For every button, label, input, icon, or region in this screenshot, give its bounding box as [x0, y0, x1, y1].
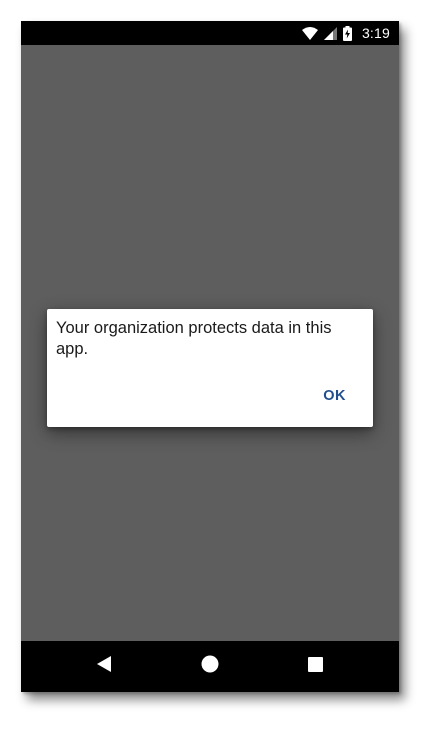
home-button[interactable]	[180, 641, 240, 692]
status-icons: 3:19	[301, 21, 390, 45]
back-button[interactable]	[74, 641, 134, 692]
app-content-scrim: Your organization protects data in this …	[21, 45, 399, 641]
device-screen: 3:19 Your organization protects data in …	[21, 21, 399, 692]
back-icon	[96, 655, 112, 678]
status-bar: 3:19	[21, 21, 399, 45]
status-clock: 3:19	[361, 25, 390, 41]
signal-icon	[323, 26, 337, 40]
recents-icon	[307, 656, 323, 677]
recents-button[interactable]	[285, 641, 345, 692]
alert-dialog: Your organization protects data in this …	[47, 309, 373, 427]
wifi-icon	[301, 26, 318, 40]
navigation-bar	[21, 641, 399, 692]
home-icon	[201, 655, 219, 678]
ok-button[interactable]: OK	[323, 388, 346, 404]
battery-charging-icon	[342, 25, 352, 41]
dialog-message: Your organization protects data in this …	[56, 319, 332, 358]
